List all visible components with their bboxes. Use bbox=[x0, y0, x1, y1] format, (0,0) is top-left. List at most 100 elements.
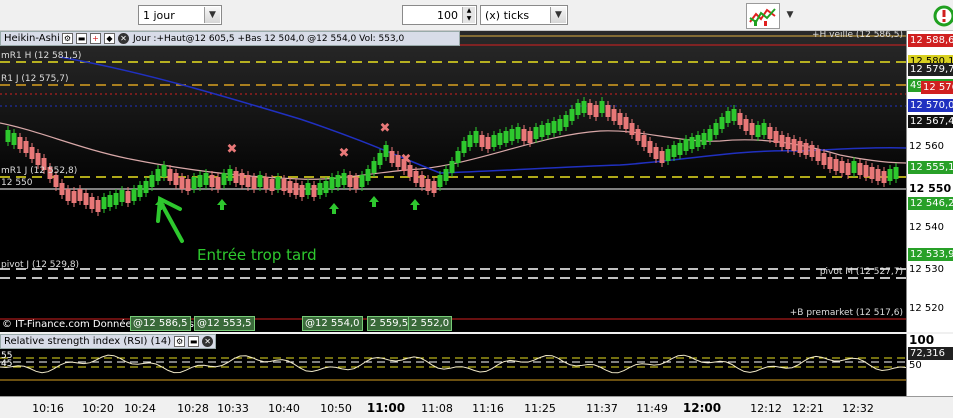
candle bbox=[5, 130, 11, 142]
candle bbox=[239, 173, 245, 185]
candle bbox=[17, 137, 23, 149]
candle bbox=[11, 133, 17, 145]
close-icon[interactable]: ✕ bbox=[202, 336, 214, 347]
move-icon[interactable]: ◆ bbox=[104, 33, 115, 44]
axis-tag: 12 567,4 bbox=[908, 115, 953, 128]
candle bbox=[437, 175, 443, 187]
chart-type-button[interactable] bbox=[746, 3, 780, 29]
wrench-icon[interactable]: ⚙ bbox=[174, 336, 186, 347]
candle bbox=[821, 153, 827, 165]
rsi-title: Relative strength index (RSI) (14) bbox=[4, 336, 172, 347]
premarket-label: +B premarket (12 517,6) bbox=[789, 308, 903, 318]
candle bbox=[887, 169, 893, 181]
candle bbox=[707, 129, 713, 141]
candle bbox=[515, 127, 521, 139]
x-tick-label: 10:50 bbox=[320, 402, 352, 415]
candle bbox=[581, 101, 587, 113]
candle bbox=[755, 125, 761, 137]
sell-signal-icon: ✖ bbox=[227, 142, 238, 157]
candle bbox=[503, 131, 509, 143]
candle bbox=[353, 177, 359, 189]
price-tag: 2 552,0 bbox=[408, 316, 453, 331]
rsi-axis-mid: 50 bbox=[909, 360, 922, 371]
entry-arrow bbox=[156, 195, 184, 243]
candle bbox=[413, 171, 419, 183]
candle bbox=[113, 193, 119, 205]
chevron-down-icon[interactable]: ▼ bbox=[204, 7, 220, 23]
toolbar: 1 jour ▼ 100 ▲ ▼ (x) ticks ▼ ▼ bbox=[0, 0, 953, 31]
candle bbox=[557, 119, 563, 131]
window-icon[interactable]: ▬ bbox=[188, 336, 200, 347]
period-select[interactable]: 1 jour ▼ bbox=[138, 5, 222, 25]
candle bbox=[695, 135, 701, 147]
candle bbox=[791, 139, 797, 151]
x-tick-label: 11:00 bbox=[366, 401, 406, 415]
chart-header-info: Jour :+Haut@12 605,5 +Bas 12 504,0 @12 5… bbox=[133, 33, 405, 44]
candle bbox=[743, 119, 749, 131]
candle bbox=[815, 149, 821, 161]
candle bbox=[575, 103, 581, 115]
candle bbox=[137, 185, 143, 197]
price-chart[interactable]: ✖ ✖ ✖ ✖ Heikin-Ashi ⚙ ▬ + ◆ ✕ Jour :+Haut@1… bbox=[0, 31, 906, 332]
x-tick-label: 11:16 bbox=[472, 402, 504, 415]
candle bbox=[383, 145, 389, 157]
alert-icon[interactable] bbox=[930, 3, 953, 29]
candle bbox=[155, 169, 161, 181]
candle bbox=[473, 131, 479, 143]
candle bbox=[773, 131, 779, 143]
sell-signal-icon: ✖ bbox=[339, 146, 350, 161]
candle bbox=[539, 125, 545, 137]
rsi-axis: 100 72,316 50 bbox=[906, 333, 953, 396]
buy-arrow-icon bbox=[369, 196, 379, 207]
candle bbox=[671, 145, 677, 157]
x-tick-label: 10:40 bbox=[268, 402, 300, 415]
candle bbox=[461, 141, 467, 153]
candle bbox=[101, 197, 107, 209]
y-tick-label: 12 520 bbox=[909, 303, 944, 314]
spinner-icon[interactable]: ▲ ▼ bbox=[462, 7, 475, 23]
candle bbox=[431, 181, 437, 193]
candle bbox=[803, 143, 809, 155]
candle bbox=[389, 151, 395, 163]
tick-count-input[interactable]: 100 ▲ ▼ bbox=[402, 5, 477, 25]
candle bbox=[365, 169, 371, 181]
chevron-down-icon[interactable]: ▼ bbox=[550, 7, 566, 23]
y-tick-label: 12 550 bbox=[909, 182, 952, 195]
chevron-down-icon[interactable]: ▼ bbox=[784, 5, 796, 25]
price-axis[interactable]: 12 588,6 12 580,1 12 579,7 491 12 576,3 … bbox=[906, 31, 953, 332]
candle bbox=[761, 123, 767, 135]
candle bbox=[443, 169, 449, 181]
candle bbox=[191, 177, 197, 189]
candle bbox=[251, 177, 257, 189]
axis-tag: 12 546,2 bbox=[908, 197, 953, 210]
candle bbox=[845, 163, 851, 175]
add-icon[interactable]: + bbox=[90, 33, 101, 44]
x-tick-label: 12:12 bbox=[750, 402, 782, 415]
mr1-j-label: mR1 J (12 552,8) bbox=[1, 166, 78, 176]
price-tag: @12 586,5 bbox=[130, 316, 191, 331]
candle bbox=[119, 190, 125, 202]
candle bbox=[59, 183, 65, 195]
candle bbox=[731, 109, 737, 121]
window-icon[interactable]: ▬ bbox=[76, 33, 87, 44]
candle bbox=[221, 173, 227, 185]
moving-average-slow bbox=[59, 56, 906, 174]
y-tick-label: 12 540 bbox=[909, 222, 944, 233]
candle bbox=[479, 135, 485, 147]
wrench-icon[interactable]: ⚙ bbox=[62, 33, 73, 44]
sell-signal-icon: ✖ bbox=[380, 121, 391, 136]
candle bbox=[233, 171, 239, 183]
time-axis[interactable]: 10:16 10:20 10:24 10:28 10:33 10:40 10:5… bbox=[0, 396, 953, 418]
candle bbox=[257, 175, 263, 187]
candle bbox=[569, 109, 575, 121]
candle bbox=[587, 103, 593, 115]
candle bbox=[65, 189, 71, 201]
candle bbox=[599, 101, 605, 113]
candle bbox=[143, 181, 149, 193]
close-icon[interactable]: ✕ bbox=[118, 33, 129, 44]
candle bbox=[29, 147, 35, 159]
h-veille-label: +H veille (12 586,5) bbox=[811, 31, 903, 40]
rsi-panel[interactable]: Relative strength index (RSI) (14) ⚙ ▬ ✕… bbox=[0, 334, 906, 396]
x-tick-label: 12:32 bbox=[842, 402, 874, 415]
tick-unit-select[interactable]: (x) ticks ▼ bbox=[480, 5, 568, 25]
